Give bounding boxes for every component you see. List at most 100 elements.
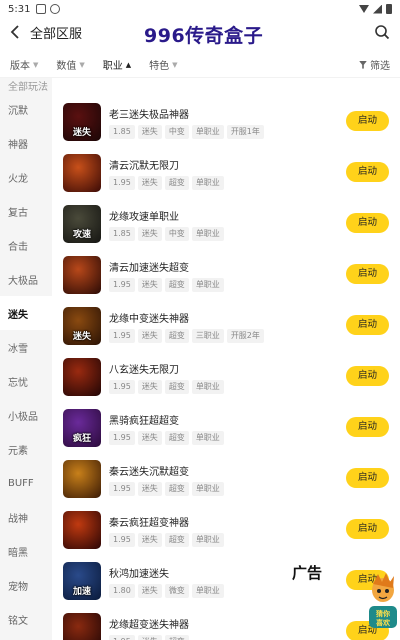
search-icon[interactable] — [374, 24, 390, 40]
sidebar-item-10[interactable]: 元素 — [0, 432, 52, 466]
game-tag: 1.85 — [109, 125, 135, 139]
game-tag: 1.95 — [109, 380, 135, 394]
game-tags: 1.95 迷失 超变 单职业 — [109, 533, 224, 547]
game-row[interactable]: 迷失 老三迷失极品神器 1.85 迷失 中变 单职业 开服1年 启动 — [52, 96, 400, 147]
game-thumbnail[interactable]: 加速 — [63, 562, 101, 600]
sidebar-item-12[interactable]: 战神 — [0, 500, 52, 534]
game-tag: 迷失 — [137, 584, 162, 598]
game-tag: 超变 — [164, 278, 189, 292]
game-row[interactable]: 迷失 龙缘中变迷失神器 1.95 迷失 超变 三职业 开服2年 启动 — [52, 300, 400, 351]
game-thumbnail-caption: 迷失 — [72, 332, 91, 342]
game-tag: 超变 — [164, 176, 189, 190]
status-indicators — [359, 4, 392, 14]
screen-filter-label: 筛选 — [370, 61, 390, 72]
game-tag: 超变 — [164, 482, 189, 496]
page-title: 全部区服 — [30, 26, 83, 42]
mascot-recommend-icon[interactable]: 猜你 喜欢 — [366, 572, 398, 630]
game-name: 清云加速迷失超变 — [109, 263, 189, 274]
filter-1[interactable]: 数值 ▼ — [56, 57, 85, 73]
filter-icon — [359, 60, 367, 69]
ad-label: 广告 — [292, 564, 323, 582]
game-row[interactable]: 八玄迷失无限刀 1.95 迷失 超变 单职业 启动 — [52, 351, 400, 402]
launch-button[interactable]: 启动 — [346, 315, 389, 335]
sidebar-item-6[interactable]: 迷失 — [0, 296, 52, 330]
notification-icon — [50, 4, 61, 14]
game-thumbnail[interactable] — [63, 256, 101, 294]
game-thumbnail[interactable]: 迷失 — [63, 307, 101, 345]
sidebar-item-8[interactable]: 忘忧 — [0, 364, 52, 398]
game-row[interactable]: 加速 秋鸿加速迷失 1.80 迷失 微变 单职业 启动 — [52, 555, 400, 606]
game-tag: 单职业 — [191, 482, 224, 496]
game-tag: 迷失 — [137, 635, 162, 640]
game-thumbnail[interactable] — [63, 460, 101, 498]
chevron-down-icon: ▼ — [79, 60, 85, 69]
game-tags: 1.85 迷失 中变 单职业 开服1年 — [109, 125, 264, 139]
game-row[interactable]: 攻速 龙缘攻速单职业 1.85 迷失 中变 单职业 启动 — [52, 198, 400, 249]
sidebar-item-11[interactable]: BUFF — [0, 466, 52, 500]
game-tag: 迷失 — [137, 125, 162, 139]
game-row[interactable]: 疯狂 黑骑疯狂超超变 1.95 迷失 超变 单职业 启动 — [52, 402, 400, 453]
game-tag: 中变 — [164, 227, 189, 241]
game-row[interactable]: 龙缘超变迷失神器1.95迷失超变启动 — [52, 606, 400, 640]
sidebar-item-7[interactable]: 冰雪 — [0, 330, 52, 364]
game-tags: 1.80 迷失 微变 单职业 — [109, 584, 224, 598]
game-tag: 微变 — [164, 584, 189, 598]
app-header: 全部区服 996传奇盒子 — [0, 18, 400, 47]
sidebar-item-2[interactable]: 火龙 — [0, 160, 52, 194]
game-name: 清云沉默无限刀 — [109, 161, 179, 172]
launch-button[interactable]: 启动 — [346, 417, 389, 437]
game-name: 龙缘攻速单职业 — [109, 212, 179, 223]
game-thumbnail[interactable]: 攻速 — [63, 205, 101, 243]
launch-button[interactable]: 启动 — [346, 213, 389, 233]
sidebar-item-all[interactable]: 全部玩法 — [0, 78, 52, 93]
game-thumbnail[interactable]: 迷失 — [63, 103, 101, 141]
game-tags: 1.85 迷失 中变 单职业 — [109, 227, 224, 241]
sidebar-item-3[interactable]: 复古 — [0, 194, 52, 228]
game-tag: 1.95 — [109, 329, 135, 343]
battery-icon — [386, 4, 392, 14]
sidebar-item-13[interactable]: 暗黑 — [0, 534, 52, 568]
back-arrow-icon[interactable] — [2, 18, 30, 46]
sidebar-item-5[interactable]: 大极品 — [0, 262, 52, 296]
game-tag: 超变 — [164, 380, 189, 394]
launch-button[interactable]: 启动 — [346, 519, 389, 539]
launch-button[interactable]: 启动 — [346, 162, 389, 182]
filter-3[interactable]: 特色 ▼ — [149, 57, 178, 73]
sidebar-item-1[interactable]: 神器 — [0, 126, 52, 160]
launch-button[interactable]: 启动 — [346, 468, 389, 488]
game-tag: 开服2年 — [226, 329, 264, 343]
launch-button[interactable]: 启动 — [346, 366, 389, 386]
sidebar-item-4[interactable]: 合击 — [0, 228, 52, 262]
game-thumbnail-caption: 疯狂 — [72, 434, 91, 444]
game-thumbnail[interactable] — [63, 511, 101, 549]
filter-0[interactable]: 版本 ▼ — [10, 57, 38, 73]
game-tags: 1.95 迷失 超变 单职业 — [109, 380, 224, 394]
launch-button[interactable]: 启动 — [346, 111, 389, 131]
game-row[interactable]: 秦云迷失沉默超变 1.95 迷失 超变 单职业 启动 — [52, 453, 400, 504]
sidebar-item-9[interactable]: 小极品 — [0, 398, 52, 432]
category-sidebar: 全部玩法 沉默 神器 火龙 复古 合击 大极品 迷失 冰雪 忘忧 小极品 元素 BUFF 战神 暗黑 宠物铭… — [0, 78, 52, 640]
game-row[interactable]: 秦云疯狂超变神器 1.95 迷失 超变 单职业 启动 — [52, 504, 400, 555]
filter-2[interactable]: 职业 ▲ — [102, 57, 131, 73]
game-tag: 超变 — [164, 431, 189, 445]
game-tag: 迷失 — [137, 329, 162, 343]
screen-filter-button[interactable]: 筛选 — [359, 57, 390, 72]
game-thumbnail[interactable] — [63, 154, 101, 192]
sidebar-item-15[interactable]: 铭文 — [0, 602, 52, 636]
game-thumbnail[interactable] — [63, 358, 101, 396]
game-tag: 迷失 — [137, 533, 162, 547]
game-name: 秦云迷失沉默超变 — [109, 467, 189, 478]
game-tag: 迷失 — [137, 380, 162, 394]
sidebar-item-0[interactable]: 沉默 — [0, 92, 52, 126]
game-name: 秦云疯狂超变神器 — [109, 518, 189, 529]
game-row[interactable]: 清云沉默无限刀 1.95 迷失 超变 单职业 启动 — [52, 147, 400, 198]
sidebar-item-14[interactable]: 宠物 — [0, 568, 52, 602]
game-tags: 1.95 迷失 超变 单职业 — [109, 431, 224, 445]
filter-label: 职业 — [102, 61, 123, 72]
game-row[interactable]: 清云加速迷失超变 1.95 迷失 超变 单职业 启动 — [52, 249, 400, 300]
chevron-down-icon: ▼ — [172, 60, 178, 69]
game-thumbnail[interactable] — [63, 613, 101, 640]
game-tags: 1.95迷失超变 — [109, 635, 189, 640]
launch-button[interactable]: 启动 — [346, 264, 389, 284]
game-thumbnail[interactable]: 疯狂 — [63, 409, 101, 447]
